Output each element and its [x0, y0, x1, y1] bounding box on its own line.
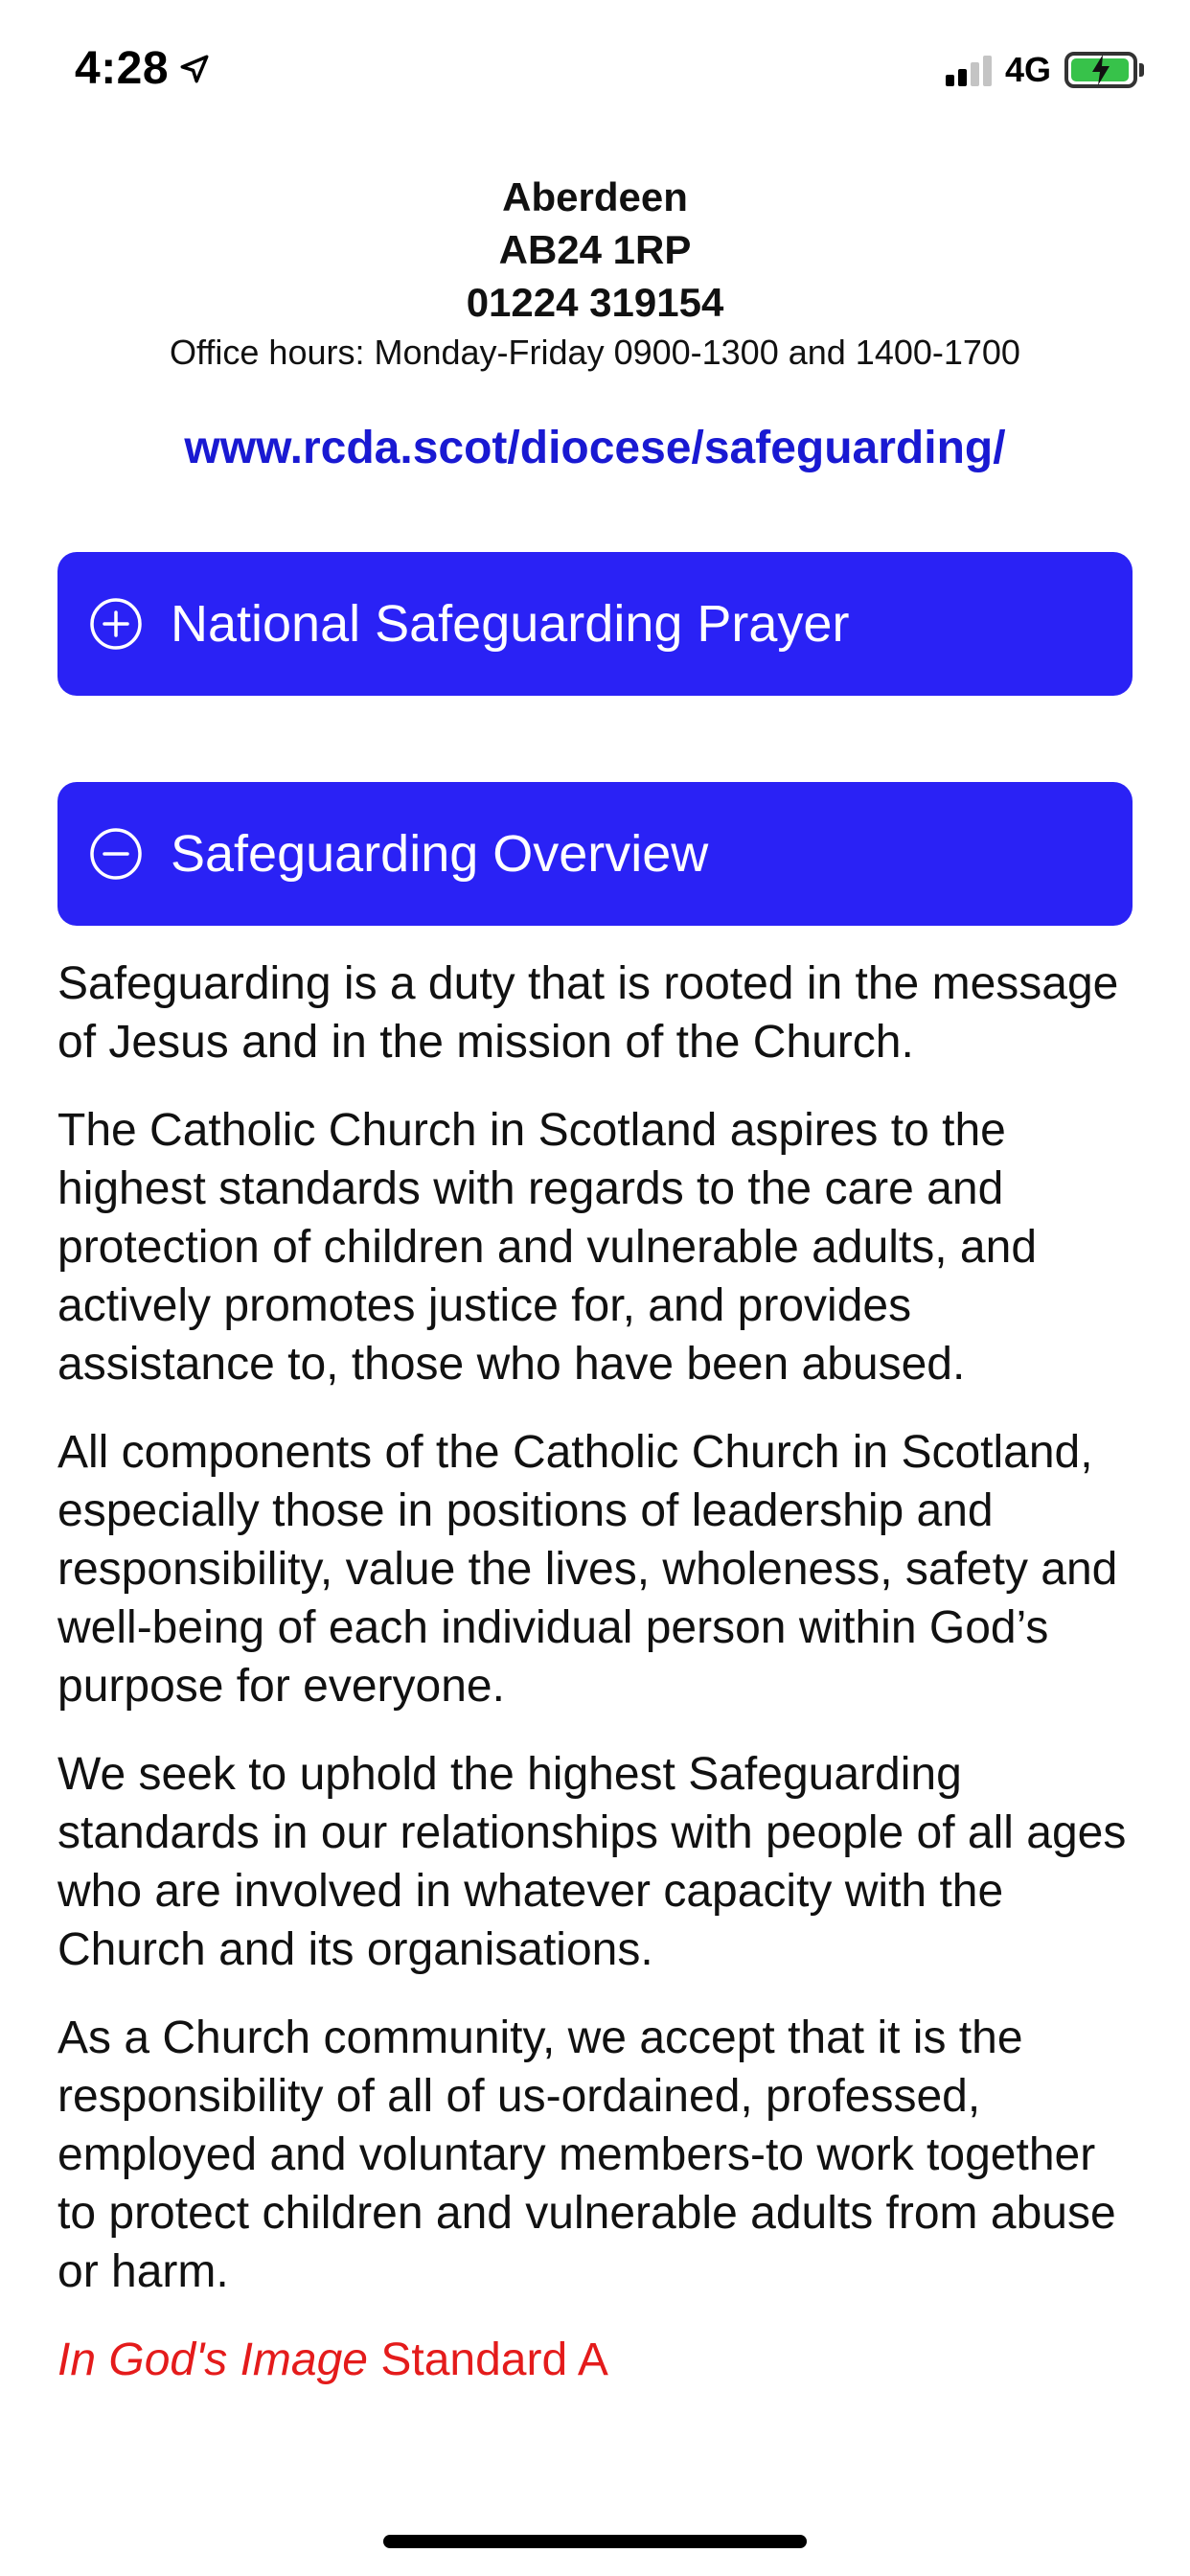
overview-paragraph: Safeguarding is a duty that is rooted in…	[57, 958, 1119, 1068]
cellular-signal-icon	[942, 54, 992, 86]
office-hours: Office hours: Monday-Friday 0900-1300 an…	[170, 333, 1020, 372]
standard-heading: In God's Image Standard A	[57, 2331, 1133, 2389]
national-safeguarding-prayer-button[interactable]: National Safeguarding Prayer	[57, 552, 1133, 696]
contact-phone[interactable]: 01224 319154	[0, 276, 1190, 329]
plus-circle-icon	[90, 598, 142, 650]
status-bar: 4:28 4G	[0, 0, 1190, 144]
battery-cap	[1139, 63, 1144, 77]
contact-details: Aberdeen AB24 1RP 01224 319154 Office ho…	[0, 171, 1190, 377]
minus-circle-icon	[90, 828, 142, 880]
accordion-label: National Safeguarding Prayer	[171, 595, 850, 653]
standard-italic-title: In God's Image	[57, 2334, 368, 2385]
contact-postcode: AB24 1RP	[498, 227, 692, 272]
overview-paragraph: As a Church community, we accept that it…	[57, 2012, 1116, 2297]
home-indicator[interactable]	[383, 2535, 807, 2548]
status-time: 4:28	[75, 42, 211, 95]
overview-paragraph: We seek to uphold the highest Safeguardi…	[57, 1749, 1127, 1975]
contact-city: Aberdeen	[502, 174, 688, 219]
overview-paragraph: The Catholic Church in Scotland aspires …	[57, 1105, 1038, 1390]
network-type: 4G	[1004, 50, 1051, 89]
standard-label: Standard A	[368, 2334, 608, 2385]
accordion-label: Safeguarding Overview	[171, 825, 709, 883]
clock-text: 4:28	[75, 43, 170, 94]
location-arrow-icon	[180, 55, 209, 82]
safeguarding-website-link[interactable]: www.rcda.scot/diocese/safeguarding/	[0, 422, 1190, 474]
status-indicators: 4G	[942, 50, 1144, 90]
battery-charging-icon	[1064, 52, 1137, 88]
safeguarding-overview-button[interactable]: Safeguarding Overview	[57, 782, 1133, 926]
safeguarding-overview-content: Safeguarding is a duty that is rooted in…	[57, 954, 1133, 2389]
overview-paragraph: All components of the Catholic Church in…	[57, 1427, 1118, 1712]
